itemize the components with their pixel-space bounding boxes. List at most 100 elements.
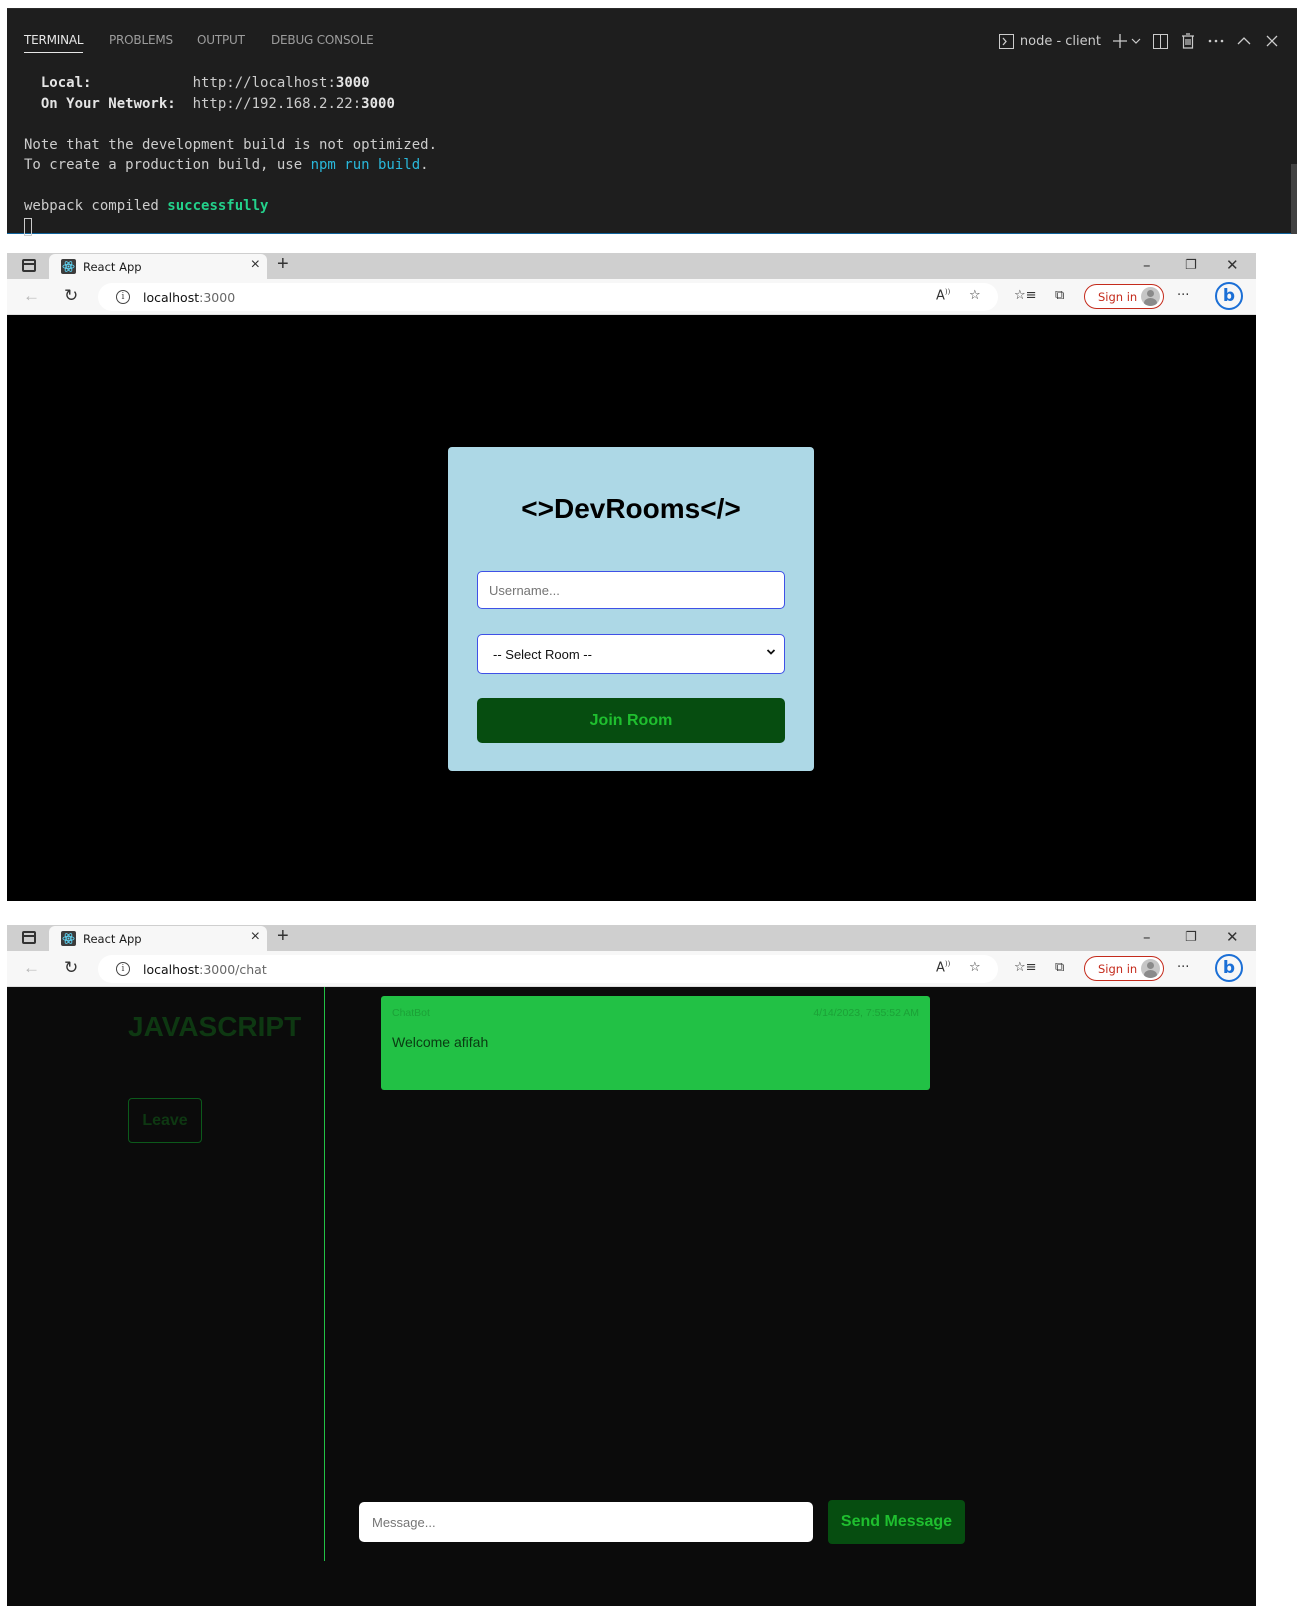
browser-tab[interactable]: React App ×	[49, 926, 267, 951]
refresh-icon[interactable]: ↻	[64, 286, 78, 306]
address-bar[interactable]: i localhost:3000/chat	[98, 955, 998, 983]
terminal-output: Local: http://localhost:3000 On Your Net…	[24, 73, 437, 237]
tab-debug-console[interactable]: DEBUG CONSOLE	[271, 33, 374, 47]
local-url: http://localhost:	[192, 75, 336, 91]
restore-icon[interactable]: ❐	[1185, 258, 1197, 273]
info-icon[interactable]: i	[116, 962, 130, 976]
add-favorite-icon[interactable]: ☆	[969, 960, 981, 975]
chevron-down-icon[interactable]	[1131, 32, 1141, 50]
chevron-up-icon[interactable]	[1235, 32, 1253, 50]
bing-icon[interactable]: b	[1215, 954, 1243, 982]
join-room-button[interactable]: Join Room	[477, 698, 785, 743]
avatar	[1141, 959, 1160, 978]
minimize-icon[interactable]: –	[1143, 928, 1151, 946]
browser-toolbar: ← ↻ i localhost:3000 A)) ☆ ☆≡ ⧉ Sign in …	[7, 279, 1256, 315]
chevron-down-icon	[766, 644, 776, 663]
address-bar[interactable]: i localhost:3000	[98, 283, 998, 311]
restore-icon[interactable]: ❐	[1185, 930, 1197, 945]
network-url: http://192.168.2.22:	[192, 95, 362, 112]
terminal-shell-label: node - client	[1019, 33, 1101, 49]
message-text: Welcome afifah	[392, 1034, 489, 1050]
network-label: On Your Network:	[40, 95, 176, 112]
back-icon[interactable]: ←	[23, 286, 40, 306]
compiled-status: successfully	[167, 198, 269, 214]
terminal-scrollbar[interactable]	[1291, 164, 1297, 234]
refresh-icon[interactable]: ↻	[64, 958, 78, 978]
sidebar-toggle-icon[interactable]	[22, 259, 36, 272]
message-author: ChatBot	[392, 1007, 430, 1019]
avatar	[1141, 287, 1160, 306]
plus-icon[interactable]	[1111, 32, 1129, 50]
message-input[interactable]: Message...	[359, 1502, 813, 1542]
username-input[interactable]: Username...	[477, 571, 785, 609]
window-close-icon[interactable]: ✕	[1226, 256, 1239, 274]
favorites-icon[interactable]: ☆≡	[1014, 960, 1037, 975]
browser-window-login: React App × + – ❐ ✕ ← ↻ i localhost:3000…	[7, 253, 1256, 901]
terminal-line-compiled: webpack compiled successfully	[24, 196, 437, 217]
settings-more-icon[interactable]: ···	[1177, 960, 1189, 975]
info-icon[interactable]: i	[116, 290, 130, 304]
room-name: JAVASCRIPT	[128, 1011, 302, 1042]
settings-more-icon[interactable]: ···	[1177, 288, 1189, 303]
new-tab-icon[interactable]: +	[277, 925, 289, 948]
tab-close-icon[interactable]: ×	[251, 256, 260, 274]
message-timestamp: 4/14/2023, 7:55:52 AM	[813, 1007, 919, 1019]
browser-toolbar: ← ↻ i localhost:3000/chat A)) ☆ ☆≡ ⧉ Sig…	[7, 951, 1256, 987]
address-url: localhost:3000	[143, 290, 236, 305]
login-page: <>DevRooms</> Username... -- Select Room…	[7, 315, 1256, 901]
react-icon	[61, 931, 76, 946]
compiled-prefix: webpack compiled	[24, 198, 168, 214]
sidebar-toggle-icon[interactable]	[22, 931, 36, 944]
join-room-card: <>DevRooms</> Username... -- Select Room…	[448, 447, 814, 771]
window-close-icon[interactable]: ✕	[1226, 928, 1239, 946]
collections-icon[interactable]: ⧉	[1055, 960, 1064, 975]
read-aloud-icon[interactable]: A))	[936, 960, 950, 975]
terminal-cursor[interactable]	[24, 217, 32, 236]
sign-in-button[interactable]: Sign in	[1084, 284, 1164, 309]
terminal-line-production: To create a production build, use npm ru…	[24, 155, 437, 176]
terminal-panel: TERMINAL PROBLEMS OUTPUT DEBUG CONSOLE n…	[7, 8, 1297, 237]
read-aloud-icon[interactable]: A))	[936, 288, 950, 303]
tab-terminal[interactable]: TERMINAL	[24, 33, 84, 53]
network-port: 3000	[361, 95, 395, 112]
leave-button[interactable]: Leave	[128, 1098, 202, 1143]
close-icon[interactable]	[1263, 32, 1281, 50]
terminal-line-local: Local: http://localhost:3000	[24, 73, 437, 94]
split-icon[interactable]	[1151, 32, 1169, 50]
terminal-icon	[998, 32, 1016, 50]
react-icon	[61, 259, 76, 274]
tab-close-icon[interactable]: ×	[251, 928, 260, 946]
trash-icon[interactable]	[1179, 32, 1197, 50]
favorites-icon[interactable]: ☆≡	[1014, 288, 1037, 303]
new-tab-icon[interactable]: +	[277, 253, 289, 276]
sign-in-button[interactable]: Sign in	[1084, 956, 1164, 981]
bing-icon[interactable]: b	[1215, 282, 1243, 310]
browser-window-chat: React App × + – ❐ ✕ ← ↻ i localhost:3000…	[7, 925, 1256, 1606]
tab-output[interactable]: OUTPUT	[197, 33, 245, 47]
collections-icon[interactable]: ⧉	[1055, 288, 1064, 303]
add-favorite-icon[interactable]: ☆	[969, 288, 981, 303]
terminal-line-network: On Your Network: http://192.168.2.22:300…	[24, 94, 437, 115]
back-icon[interactable]: ←	[23, 958, 40, 978]
page-title: <>DevRooms</>	[521, 493, 741, 524]
ellipsis-icon[interactable]	[1207, 32, 1225, 50]
terminal-shell-selector[interactable]: node - client	[998, 32, 1101, 50]
tab-strip: React App × + – ❐ ✕	[7, 253, 1256, 279]
prod-suffix: .	[420, 157, 429, 173]
tab-title: React App	[83, 260, 142, 274]
tab-problems[interactable]: PROBLEMS	[109, 33, 173, 47]
local-label: Local:	[40, 75, 92, 91]
browser-tab[interactable]: React App ×	[49, 254, 267, 279]
minimize-icon[interactable]: –	[1143, 256, 1151, 274]
message-bubble: ChatBot 4/14/2023, 7:55:52 AM Welcome af…	[381, 996, 930, 1090]
chat-sidebar: JAVASCRIPT Leave	[7, 987, 325, 1561]
prod-prefix: To create a production build, use	[24, 157, 311, 173]
message-placeholder: Message...	[372, 1515, 436, 1530]
username-placeholder: Username...	[489, 583, 560, 598]
local-port: 3000	[335, 75, 370, 91]
address-url: localhost:3000/chat	[143, 962, 267, 977]
send-message-button[interactable]: Send Message	[828, 1500, 965, 1544]
terminal-line-note: Note that the development build is not o…	[24, 136, 438, 153]
room-select[interactable]: -- Select Room --	[477, 634, 785, 674]
tab-title: React App	[83, 932, 142, 946]
